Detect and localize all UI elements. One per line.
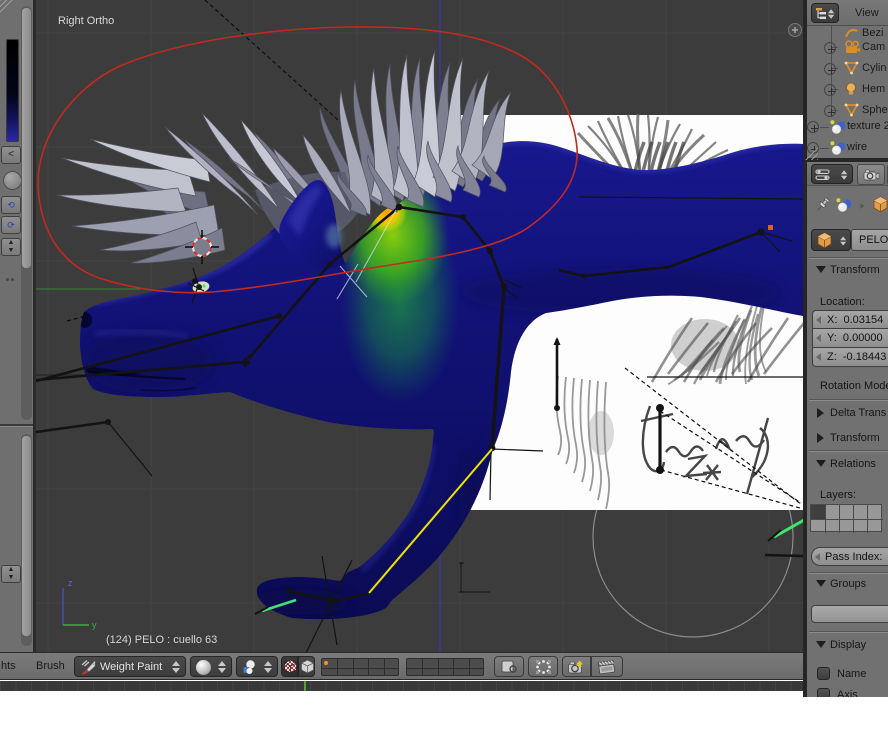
svg-text:Right Ortho: Right Ortho bbox=[58, 15, 114, 27]
svg-text:(124) PELO : cuello 63: (124) PELO : cuello 63 bbox=[106, 634, 217, 646]
svg-text:z: z bbox=[68, 578, 73, 588]
svg-text:y: y bbox=[92, 620, 97, 630]
